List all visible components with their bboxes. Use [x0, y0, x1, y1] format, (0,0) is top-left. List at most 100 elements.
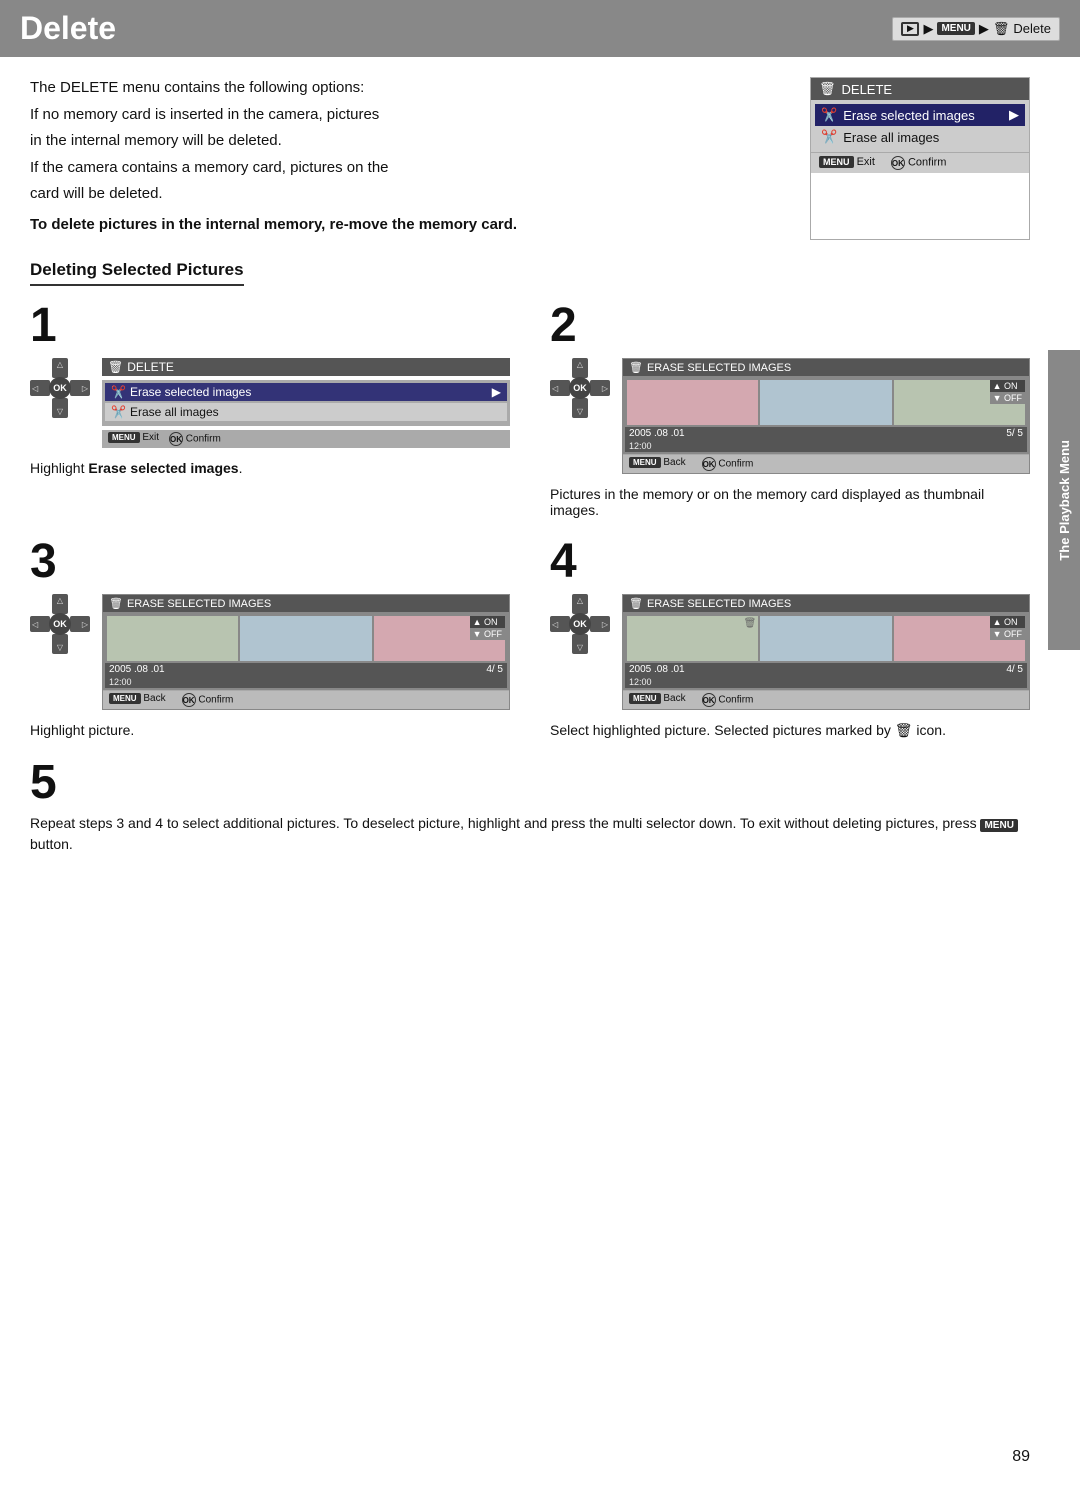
step-2-caption: Pictures in the memory or on the memory …: [550, 486, 1030, 518]
step-2-body: ▲ ON ▼ OFF 2005 .08 .01 5/ 5 12:00: [623, 376, 1029, 454]
intro-bold: To delete pictures in the internal memor…: [30, 214, 790, 237]
step-4-header: 🗑 ERASE SELECTED IMAGES: [623, 595, 1029, 612]
steps-grid: 1 △ ▽ ◁ ▷ OK 🗑 DELETE: [30, 302, 1030, 739]
intro-item-icon-2: ✂️: [821, 129, 837, 145]
step-3-screen: 🗑 ERASE SELECTED IMAGES ▲ ON ▼ OFF: [102, 594, 510, 710]
trash-icon: 🗑: [993, 21, 1010, 37]
step-2-time: 12:00: [625, 440, 1027, 452]
playback-icon: ▶: [901, 22, 919, 36]
step-1-number: 1: [30, 302, 510, 350]
dpad-left: ◁: [30, 380, 50, 396]
menu-btn-inline: MENU: [980, 819, 1017, 832]
dpad2-left: ◁: [550, 380, 570, 396]
step-2-number: 2: [550, 302, 1030, 350]
step-4-body: ▲ ON ▼ OFF 2005 .08 .01 4/ 5 12:00: [623, 612, 1029, 690]
menu-badge: MENU: [937, 22, 974, 35]
on-off-step4: ▲ ON ▼ OFF: [990, 616, 1025, 640]
step-3-header: 🗑 ERASE SELECTED IMAGES: [103, 595, 509, 612]
intro-line-5: card will be deleted.: [30, 183, 790, 206]
step-3-date: 2005 .08 .01: [109, 664, 165, 675]
dpad4-down: ▽: [572, 634, 588, 654]
step-3-caption: Highlight picture.: [30, 722, 510, 738]
intro-menu-item-1: ✂️ Erase selected images ▶: [815, 104, 1025, 126]
step-1-dpad: △ ▽ ◁ ▷ OK: [30, 358, 90, 418]
dpad4-up: △: [572, 594, 588, 614]
step-2-thumbs: [625, 378, 1027, 427]
step-4-content: △ ▽ ◁ ▷ OK 🗑 ERASE SELECTED IMAGES: [550, 594, 1030, 710]
thumb-flower: [627, 380, 758, 425]
sidebar-label: The Playback Menu: [1057, 440, 1072, 561]
step-4-screen: 🗑 ERASE SELECTED IMAGES ▲ ON ▼ OFF: [622, 594, 1030, 710]
step-5-number: 5: [30, 759, 1030, 807]
intro-menu-title: DELETE: [842, 82, 893, 97]
dpad3-down: ▽: [52, 634, 68, 654]
intro-menu-items: ✂️ Erase selected images ▶ ✂️ Erase all …: [811, 100, 1029, 152]
dpad4-ok: OK: [569, 613, 591, 635]
page-title: Delete: [20, 10, 116, 47]
step-1-menu-item-2: ✂️ Erase all images: [105, 403, 507, 421]
dpad2-down: ▽: [572, 398, 588, 418]
step-3-count: 4/ 5: [486, 664, 503, 675]
step-2-dpad: △ ▽ ◁ ▷ OK: [550, 358, 610, 418]
dpad-right: ▷: [70, 380, 90, 396]
step-3-thumbs: [105, 614, 507, 663]
step-1-block: 1 △ ▽ ◁ ▷ OK 🗑 DELETE: [30, 302, 510, 518]
step4-thumb2: [760, 616, 891, 661]
step-3-time: 12:00: [105, 676, 507, 688]
breadcrumb: ▶ ▶ MENU ▶ 🗑 Delete: [892, 17, 1060, 41]
step-2-header: 🗑 ERASE SELECTED IMAGES: [623, 359, 1029, 376]
intro-line-3: in the internal memory will be deleted.: [30, 130, 790, 153]
step-4-footer: MENU Back OK Confirm: [623, 690, 1029, 709]
step-4-date: 2005 .08 .01: [629, 664, 685, 675]
intro-menu-item-2: ✂️ Erase all images: [815, 126, 1025, 148]
dpad4-right: ▷: [590, 616, 610, 632]
step-3-body: ▲ ON ▼ OFF 2005 .08 .01 4/ 5 12:00: [103, 612, 509, 690]
intro-line-4: If the camera contains a memory card, pi…: [30, 157, 790, 180]
step3-thumb1: [107, 616, 238, 661]
step-1-menu-item-1: ✂️ Erase selected images ▶: [105, 383, 507, 401]
on-off-step2: ▲ ON ▼ OFF: [990, 380, 1025, 404]
step-1-menu-body: ✂️ Erase selected images ▶ ✂️ Erase all …: [102, 380, 510, 426]
step-4-thumb-info: 2005 .08 .01 4/ 5: [625, 663, 1027, 676]
playback-menu-sidebar: The Playback Menu: [1048, 350, 1080, 650]
step-4-time: 12:00: [625, 676, 1027, 688]
step-2-content: △ ▽ ◁ ▷ OK 🗑 ERASE SELECTED IMAGES: [550, 358, 1030, 474]
breadcrumb-delete: Delete: [1013, 21, 1051, 36]
step-3-title: ERASE SELECTED IMAGES: [127, 598, 271, 610]
dpad3-right: ▷: [70, 616, 90, 632]
step-4-count: 4/ 5: [1006, 664, 1023, 675]
intro-item-label-2: Erase all images: [843, 130, 939, 145]
step-1-footer-exit: MENU Exit: [108, 432, 159, 446]
intro-menu-header: 🗑 DELETE: [811, 78, 1029, 100]
step-5-text: Repeat steps 3 and 4 to select additiona…: [30, 813, 1030, 855]
intro-menu-footer: MENU Exit OK Confirm: [811, 152, 1029, 173]
step-1-caption: Highlight Erase selected images.: [30, 460, 510, 476]
intro-section: The DELETE menu contains the following o…: [30, 77, 1030, 240]
dpad4-left: ◁: [550, 616, 570, 632]
intro-delete-menu: 🗑 DELETE ✂️ Erase selected images ▶ ✂️ E…: [810, 77, 1030, 240]
breadcrumb-arrow: ▶: [923, 21, 933, 37]
dpad-up: △: [52, 358, 68, 378]
step-4-block: 4 △ ▽ ◁ ▷ OK 🗑 ERASE SELECTED IMAGES: [550, 538, 1030, 739]
intro-text: The DELETE menu contains the following o…: [30, 77, 790, 240]
intro-line-2: If no memory card is inserted in the cam…: [30, 104, 790, 127]
intro-item-icon-1: ✂️: [821, 107, 837, 123]
step-4-thumbs: [625, 614, 1027, 663]
main-content: The DELETE menu contains the following o…: [0, 57, 1080, 875]
intro-line-1: The DELETE menu contains the following o…: [30, 77, 790, 100]
step4-thumb1: [627, 616, 758, 661]
step-1-screen-footer: MENU Exit OK Confirm: [102, 430, 510, 448]
section-heading: Deleting Selected Pictures: [30, 260, 244, 286]
step-3-footer: MENU Back OK Confirm: [103, 690, 509, 709]
breadcrumb-arrow2: ▶: [979, 21, 989, 37]
dpad2-right: ▷: [590, 380, 610, 396]
step-3-content: △ ▽ ◁ ▷ OK 🗑 ERASE SELECTED IMAGES: [30, 594, 510, 710]
intro-menu-confirm-label: OK Confirm: [891, 156, 947, 170]
step-3-block: 3 △ ▽ ◁ ▷ OK 🗑 ERASE SELECTED IMAGES: [30, 538, 510, 739]
page-number: 89: [1012, 1448, 1030, 1466]
intro-menu-trash: 🗑: [819, 81, 836, 97]
step-2-screen: 🗑 ERASE SELECTED IMAGES ▲ ON ▼ OFF: [622, 358, 1030, 474]
step-3-dpad: △ ▽ ◁ ▷ OK: [30, 594, 90, 654]
dpad-ok: OK: [49, 377, 71, 399]
step-1-title: DELETE: [127, 360, 174, 374]
